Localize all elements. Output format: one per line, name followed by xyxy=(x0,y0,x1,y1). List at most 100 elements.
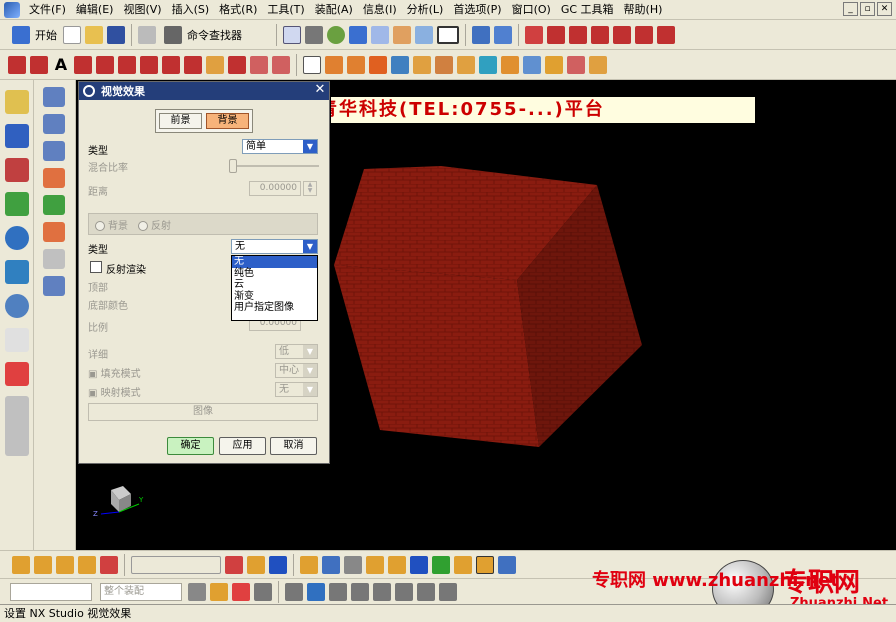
menu-preferences[interactable]: 首选项(P) xyxy=(448,0,506,20)
camera-icon[interactable] xyxy=(43,249,65,269)
map-mode-select[interactable]: 无 ▼ xyxy=(275,382,318,397)
snap-point-icon[interactable] xyxy=(34,555,52,574)
filter-dropdown[interactable] xyxy=(131,555,221,574)
distance-field[interactable]: 0.00000 xyxy=(249,181,301,196)
material-editor-icon[interactable] xyxy=(43,168,65,188)
slider-handle[interactable] xyxy=(229,159,237,173)
plane-icon[interactable] xyxy=(272,55,290,74)
datum-icon[interactable] xyxy=(457,55,475,74)
sketch-icon[interactable] xyxy=(525,25,543,44)
wireframe-icon[interactable] xyxy=(371,25,389,44)
part-navigator-icon[interactable] xyxy=(5,158,29,182)
wave-link-icon[interactable] xyxy=(476,555,494,574)
surface-icon[interactable] xyxy=(635,25,653,44)
minimize-button[interactable]: _ xyxy=(843,2,858,16)
bridge-curve-icon[interactable] xyxy=(118,55,136,74)
sphere-shaded-icon[interactable] xyxy=(327,25,345,44)
reference-set-icon[interactable] xyxy=(344,555,362,574)
render-style-icon[interactable] xyxy=(305,25,323,44)
dropdown-option-solid[interactable]: 纯色 xyxy=(232,268,317,280)
add-component-icon[interactable] xyxy=(366,555,384,574)
radio-reflection[interactable]: 反射 xyxy=(138,217,171,232)
dialog-title-bar[interactable]: 视觉效果 xyxy=(79,82,329,100)
text-tool-icon[interactable]: A xyxy=(52,55,70,74)
image-button[interactable]: 图像 xyxy=(88,403,318,421)
close-icon[interactable]: ✕ xyxy=(313,83,327,97)
offset-curve-icon[interactable] xyxy=(96,55,114,74)
open-folder-icon[interactable] xyxy=(85,25,103,44)
mate-icon[interactable] xyxy=(388,555,406,574)
lights-icon[interactable] xyxy=(43,195,65,215)
palette-icon[interactable] xyxy=(5,362,29,386)
cancel-button[interactable]: 取消 xyxy=(270,437,317,455)
menu-file[interactable]: 文件(F) xyxy=(24,0,71,20)
command-finder-button[interactable]: 命令查找器 xyxy=(158,23,246,47)
type-select[interactable]: 简单 ▼ xyxy=(242,139,318,154)
menu-edit[interactable]: 编辑(E) xyxy=(71,0,119,20)
measure-icon[interactable] xyxy=(100,555,118,574)
assembly-filter-select[interactable]: 整个装配 xyxy=(100,582,182,601)
select-edge-icon[interactable] xyxy=(254,582,272,601)
new-file-icon[interactable] xyxy=(63,25,81,44)
endpoint-icon[interactable] xyxy=(329,582,347,601)
point-icon[interactable] xyxy=(250,55,268,74)
midpoint-icon[interactable] xyxy=(351,582,369,601)
quadrant-icon[interactable] xyxy=(439,582,457,601)
distance-spinner[interactable]: ▲ ▼ xyxy=(303,181,317,196)
interpart-icon[interactable] xyxy=(322,555,340,574)
surface-blend-icon[interactable] xyxy=(523,55,541,74)
tab-foreground[interactable]: 前景 xyxy=(159,113,202,129)
arc-tool-icon[interactable] xyxy=(30,55,48,74)
arc-center-icon[interactable] xyxy=(417,582,435,601)
dropdown-option-cloud[interactable]: 云 xyxy=(232,279,317,291)
orient-view-icon[interactable] xyxy=(472,25,490,44)
studio-surface-icon[interactable] xyxy=(43,114,65,134)
history-icon[interactable] xyxy=(5,260,29,284)
select-body-icon[interactable] xyxy=(285,582,303,601)
line-icon[interactable] xyxy=(569,25,587,44)
select-all-icon[interactable] xyxy=(307,582,325,601)
detail-select[interactable]: 低 ▼ xyxy=(275,344,318,359)
wave-icon[interactable] xyxy=(300,555,318,574)
highlight-lines-icon[interactable] xyxy=(43,141,65,161)
mirror-assembly-icon[interactable] xyxy=(498,555,516,574)
intersect-curve-icon[interactable] xyxy=(162,55,180,74)
menu-help[interactable]: 帮助(H) xyxy=(619,0,668,20)
fit-view-icon[interactable] xyxy=(283,25,301,44)
component-icon[interactable] xyxy=(56,555,74,574)
select-feature-icon[interactable] xyxy=(210,582,228,601)
shell-icon[interactable] xyxy=(589,55,607,74)
fillet-icon[interactable] xyxy=(74,55,92,74)
clearance-icon[interactable] xyxy=(454,555,472,574)
corner-icon[interactable] xyxy=(613,25,631,44)
radio-background[interactable]: 背景 xyxy=(95,217,128,232)
box-select-icon[interactable] xyxy=(247,555,265,574)
visual-effects-icon[interactable] xyxy=(43,222,65,242)
color-swatch-icon[interactable] xyxy=(437,25,459,44)
view-select-icon[interactable] xyxy=(225,555,243,574)
start-button[interactable]: 开始 xyxy=(6,23,61,47)
edge-blend-icon[interactable] xyxy=(567,55,585,74)
curve-select-icon[interactable] xyxy=(269,555,287,574)
assembly-icon[interactable] xyxy=(479,55,497,74)
arc-icon[interactable] xyxy=(591,25,609,44)
tab-background[interactable]: 背景 xyxy=(206,113,249,129)
system-materials-icon[interactable] xyxy=(5,328,29,352)
menu-insert[interactable]: 插入(S) xyxy=(167,0,215,20)
web-browser-icon[interactable] xyxy=(5,226,29,250)
dropdown-option-none[interactable]: 无 xyxy=(232,256,317,268)
role-scroll-icon[interactable] xyxy=(5,396,29,456)
sweep-icon[interactable] xyxy=(369,55,387,74)
select-face-icon[interactable] xyxy=(232,582,250,601)
spline-icon[interactable] xyxy=(228,55,246,74)
menu-info[interactable]: 信息(I) xyxy=(358,0,402,20)
menu-window[interactable]: 窗口(O) xyxy=(507,0,556,20)
chamfer-icon[interactable] xyxy=(545,55,563,74)
constraint-navigator-icon[interactable] xyxy=(5,124,29,148)
pattern-icon[interactable] xyxy=(435,55,453,74)
extrude-icon[interactable] xyxy=(325,55,343,74)
shape-studio-icon[interactable] xyxy=(43,87,65,107)
block-icon[interactable] xyxy=(501,55,519,74)
restore-button[interactable]: ▫ xyxy=(860,2,875,16)
section-icon[interactable] xyxy=(415,25,433,44)
